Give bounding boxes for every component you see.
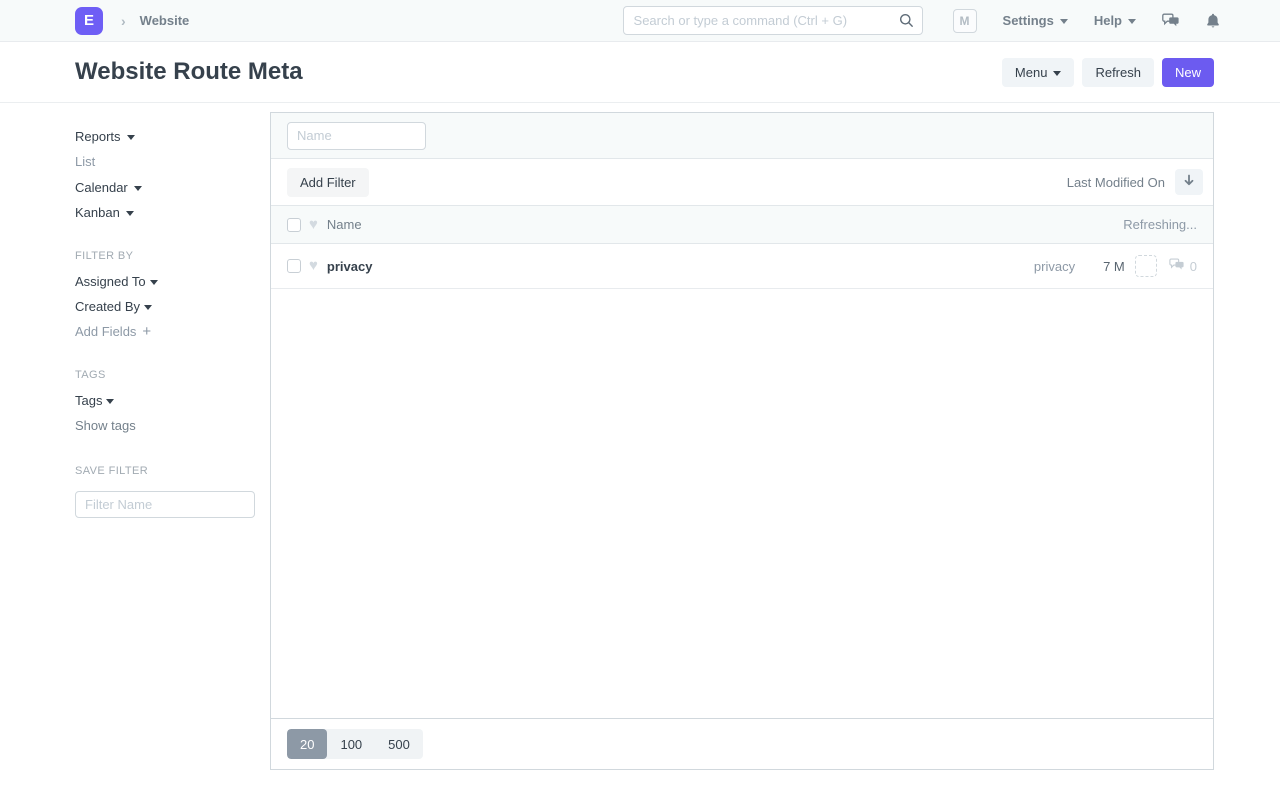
- tags-heading: TAGS: [75, 369, 255, 381]
- name-column-header[interactable]: Name: [327, 217, 362, 232]
- caret-down-icon: [1060, 19, 1068, 24]
- heart-icon[interactable]: ♥: [309, 218, 318, 232]
- page-actions: Menu Refresh New: [1002, 58, 1214, 87]
- add-fields-label: Add Fields: [75, 325, 136, 338]
- help-menu[interactable]: Help: [1094, 13, 1136, 28]
- chat-icon[interactable]: [1162, 13, 1180, 28]
- page-head: Website Route Meta Menu Refresh New: [0, 42, 1280, 103]
- caret-down-icon: [1053, 71, 1061, 76]
- sidebar-filter-assigned-to[interactable]: Assigned To: [75, 275, 255, 288]
- list-sidebar: Reports List Calendar Kanban FILTER BY A…: [75, 130, 255, 518]
- comment-count-value: 0: [1190, 259, 1197, 274]
- sidebar-item-reports[interactable]: Reports: [75, 130, 255, 143]
- filter-sort-row: Add Filter Last Modified On: [271, 159, 1213, 206]
- row-comment-count[interactable]: 0: [1169, 258, 1197, 274]
- name-filter-input[interactable]: [287, 122, 426, 150]
- navbar-right: M Settings Help: [953, 9, 1220, 33]
- new-button[interactable]: New: [1162, 58, 1214, 87]
- caret-down-icon: [1128, 19, 1136, 24]
- page-size-selector: 20 100 500: [287, 729, 423, 759]
- page-title: Website Route Meta: [75, 58, 303, 86]
- tags-label: Tags: [75, 394, 102, 407]
- standard-filter-area: [271, 113, 1213, 159]
- refreshing-status: Refreshing...: [1123, 217, 1197, 232]
- caret-down-icon: [106, 399, 114, 404]
- comment-icon: [1169, 258, 1185, 274]
- caret-down-icon: [144, 305, 152, 310]
- search-input[interactable]: [634, 13, 899, 28]
- app-logo[interactable]: E: [75, 7, 103, 35]
- kanban-label: Kanban: [75, 206, 120, 219]
- refresh-button[interactable]: Refresh: [1082, 58, 1154, 87]
- assigned-to-label: Assigned To: [75, 275, 146, 288]
- list-header-row: ♥ Name Refreshing...: [271, 206, 1213, 244]
- row-checkbox[interactable]: [287, 259, 301, 273]
- bell-icon[interactable]: [1206, 13, 1220, 29]
- created-by-label: Created By: [75, 300, 140, 313]
- user-avatar[interactable]: M: [953, 9, 977, 33]
- caret-down-icon: [127, 135, 135, 140]
- row-title-link[interactable]: privacy: [327, 259, 373, 274]
- sidebar-filter-created-by[interactable]: Created By: [75, 300, 255, 313]
- list-row[interactable]: ♥ privacy privacy 7 M 0: [271, 244, 1213, 289]
- select-all-checkbox[interactable]: [287, 218, 301, 232]
- navbar: E › Website M Settings Help: [0, 0, 1280, 42]
- filter-by-heading: FILTER BY: [75, 250, 255, 262]
- menu-button[interactable]: Menu: [1002, 58, 1075, 87]
- calendar-label: Calendar: [75, 181, 128, 194]
- breadcrumb[interactable]: Website: [140, 13, 190, 28]
- sidebar-tags[interactable]: Tags: [75, 394, 255, 407]
- list-footer: 20 100 500: [271, 718, 1213, 769]
- row-modified-value: 7 M: [1103, 259, 1125, 274]
- global-search[interactable]: [623, 6, 923, 35]
- page-size-100-button[interactable]: 100: [327, 729, 375, 759]
- reports-label: Reports: [75, 130, 121, 143]
- arrow-down-icon: [1183, 174, 1195, 190]
- heart-icon[interactable]: ♥: [309, 259, 318, 273]
- caret-down-icon: [126, 211, 134, 216]
- page-size-20-button[interactable]: 20: [287, 729, 327, 759]
- add-filter-button[interactable]: Add Filter: [287, 168, 369, 197]
- sort-area: Last Modified On: [1067, 169, 1203, 195]
- chevron-right-icon: ›: [121, 13, 126, 29]
- sidebar-show-tags[interactable]: Show tags: [75, 419, 255, 432]
- search-icon: [899, 13, 914, 28]
- sidebar-item-list[interactable]: List: [75, 155, 255, 168]
- menu-button-label: Menu: [1015, 65, 1048, 80]
- row-assignee-placeholder[interactable]: [1135, 255, 1157, 277]
- row-route-value[interactable]: privacy: [1034, 259, 1075, 274]
- settings-label: Settings: [1003, 13, 1054, 28]
- settings-menu[interactable]: Settings: [1003, 13, 1068, 28]
- sort-direction-button[interactable]: [1175, 169, 1203, 195]
- sidebar-add-fields[interactable]: Add Fields +: [75, 325, 255, 338]
- save-filter-heading: SAVE FILTER: [75, 465, 255, 477]
- help-label: Help: [1094, 13, 1122, 28]
- sort-field-label[interactable]: Last Modified On: [1067, 175, 1165, 190]
- sidebar-item-calendar[interactable]: Calendar: [75, 181, 255, 194]
- caret-down-icon: [134, 186, 142, 191]
- plus-icon: +: [142, 327, 151, 337]
- filter-name-input[interactable]: [75, 491, 255, 518]
- row-meta: privacy 7 M 0: [1034, 255, 1197, 277]
- page-size-500-button[interactable]: 500: [375, 729, 423, 759]
- list-empty-area: [271, 289, 1213, 718]
- list-panel: Add Filter Last Modified On ♥ Name Refre…: [270, 112, 1214, 770]
- caret-down-icon: [150, 280, 158, 285]
- sidebar-item-kanban[interactable]: Kanban: [75, 206, 255, 219]
